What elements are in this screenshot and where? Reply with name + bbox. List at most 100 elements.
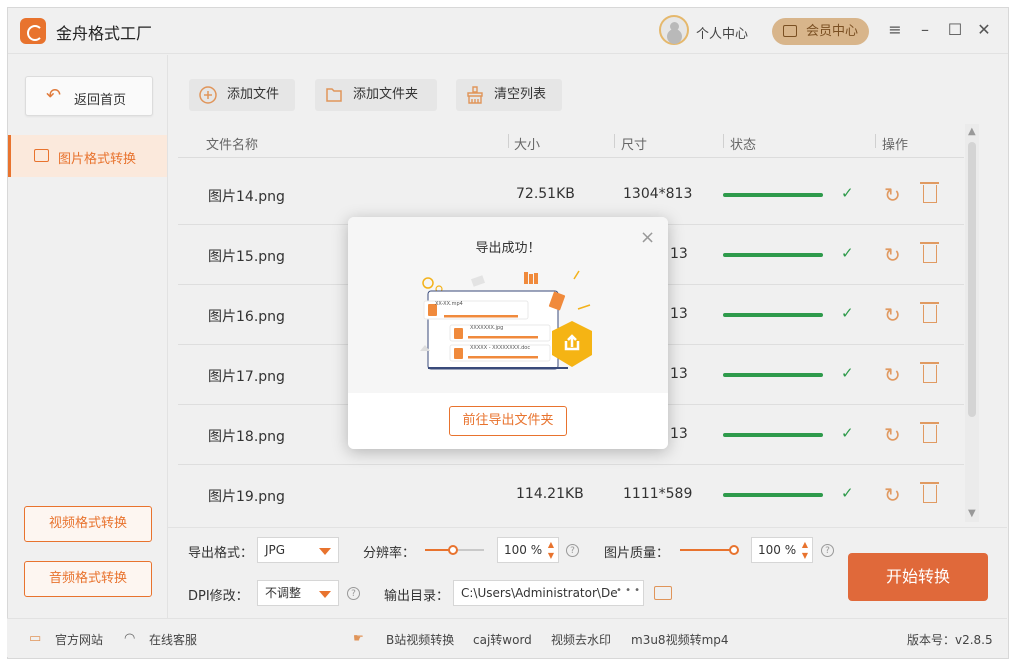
output-label: 输出目录： <box>384 589 450 604</box>
file-dims: 1111*589 <box>623 486 693 502</box>
col-dims: 尺寸 <box>621 138 648 153</box>
quality-stepper[interactable]: 100 % ▲ ▼ <box>751 537 813 563</box>
export-success-illustration <box>420 270 592 370</box>
progress-bar <box>723 493 823 497</box>
trash-icon[interactable] <box>920 422 939 443</box>
file-dims: 1304*813 <box>623 186 693 202</box>
table-scrollbar[interactable]: ▲ ▼ <box>965 124 979 522</box>
refresh-icon[interactable]: ↻ <box>884 303 901 327</box>
more-dots-icon[interactable]: • • • <box>616 585 640 596</box>
quality-slider-fill <box>680 549 736 551</box>
trash-icon[interactable] <box>920 302 939 323</box>
format-value: JPG <box>265 543 286 557</box>
progress-bar <box>723 253 823 257</box>
col-size: 大小 <box>514 138 541 153</box>
file-name: 图片17.png <box>208 369 285 385</box>
goto-export-folder-button[interactable]: 前往导出文件夹 <box>449 406 567 436</box>
title-bar: 金舟格式工厂 个人中心 会员中心 ≡ – ☐ ✕ <box>8 8 1008 54</box>
dpi-select[interactable]: 不调整 <box>257 580 339 606</box>
clear-list-button[interactable]: 清空列表 <box>456 79 562 111</box>
quality-slider-knob[interactable] <box>729 545 739 555</box>
table-row[interactable]: 图片19.png 114.21KB 1111*589 ✓ ↻ <box>178 465 964 525</box>
file-dims: 13 <box>670 426 688 442</box>
avatar-icon[interactable] <box>659 15 689 45</box>
add-file-button[interactable]: 添加文件 <box>189 79 295 111</box>
footer-link-m3u8[interactable]: m3u8视频转mp4 <box>631 631 729 648</box>
user-center-link[interactable]: 个人中心 <box>696 23 748 42</box>
back-home-button[interactable]: ↶ 返回首页 <box>25 76 153 116</box>
check-icon: ✓ <box>841 304 854 322</box>
sidebar-item-image-convert[interactable]: 图片格式转换 <box>8 135 167 177</box>
resolution-stepper[interactable]: 100 % ▲ ▼ <box>497 537 559 563</box>
refresh-icon[interactable]: ↻ <box>884 363 901 387</box>
check-icon: ✓ <box>841 184 854 202</box>
progress-bar <box>723 373 823 377</box>
trash-icon[interactable] <box>920 182 939 203</box>
progress-bar <box>723 193 823 197</box>
help-icon[interactable]: ? <box>347 587 360 600</box>
file-size: 114.21KB <box>516 486 584 502</box>
app-title: 金舟格式工厂 <box>56 24 153 43</box>
footer-link-watermark[interactable]: 视频去水印 <box>551 631 611 648</box>
format-select[interactable]: JPG <box>257 537 339 563</box>
check-icon: ✓ <box>841 364 854 382</box>
file-name: 图片18.png <box>208 429 285 445</box>
sidebar-item-label: 图片格式转换 <box>58 152 137 167</box>
help-icon[interactable]: ? <box>566 544 579 557</box>
resolution-label: 分辨率： <box>363 546 416 561</box>
check-icon: ✓ <box>841 484 854 502</box>
output-path-value: C:\Users\Administrator\De <box>461 586 618 600</box>
refresh-icon[interactable]: ↻ <box>884 423 901 447</box>
menu-icon[interactable]: ≡ <box>885 20 905 40</box>
scrollbar-thumb[interactable] <box>968 142 976 417</box>
footer-link-caj[interactable]: caj转word <box>473 631 532 648</box>
trash-icon[interactable] <box>920 362 939 383</box>
vip-center-button[interactable]: 会员中心 <box>772 18 869 45</box>
file-name: 图片19.png <box>208 489 285 505</box>
add-folder-button[interactable]: 添加文件夹 <box>315 79 437 111</box>
col-divider <box>875 134 876 148</box>
plus-circle-icon <box>199 86 217 104</box>
add-folder-label: 添加文件夹 <box>353 87 419 102</box>
refresh-icon[interactable]: ↻ <box>884 243 901 267</box>
quality-label: 图片质量： <box>604 546 670 561</box>
start-convert-button[interactable]: 开始转换 <box>848 553 988 601</box>
stepper-arrows-icon[interactable]: ▲ ▼ <box>802 539 808 561</box>
format-label: 导出格式： <box>188 546 254 561</box>
audio-convert-button[interactable]: 音频格式转换 <box>24 561 152 597</box>
footer-link-bilibili[interactable]: B站视频转换 <box>386 631 454 648</box>
footer: ▭ 官方网站 ◠ 在线客服 ☛ B站视频转换 caj转word 视频去水印 m3… <box>7 618 1007 657</box>
illus-text-2: XXXXXXX.jpg <box>470 325 504 331</box>
file-name: 图片14.png <box>208 189 285 205</box>
help-icon[interactable]: ? <box>821 544 834 557</box>
check-icon: ✓ <box>841 424 854 442</box>
close-icon[interactable]: ✕ <box>974 20 994 40</box>
close-icon[interactable]: × <box>640 227 655 248</box>
hand-icon: ☛ <box>353 631 364 645</box>
back-arrow-icon: ↶ <box>46 85 62 106</box>
trash-icon[interactable] <box>920 482 939 503</box>
dialog-title: 导出成功！ <box>475 241 541 256</box>
scroll-down-icon[interactable]: ▼ <box>968 508 976 519</box>
illus-text-3: XXXXX - XXXXXXXX.doc <box>470 345 531 351</box>
sidebar: ↶ 返回首页 图片格式转换 视频格式转换 音频格式转换 <box>8 55 168 618</box>
minimize-icon[interactable]: – <box>915 20 935 40</box>
website-link[interactable]: 官方网站 <box>55 631 103 648</box>
version-text: 版本号：v2.8.5 <box>907 633 993 647</box>
service-link[interactable]: 在线客服 <box>149 631 197 648</box>
table-row[interactable]: 图片14.png 72.51KB 1304*813 ✓ ↻ <box>178 165 964 225</box>
refresh-icon[interactable]: ↻ <box>884 483 901 507</box>
open-folder-icon[interactable] <box>654 586 672 600</box>
video-convert-button[interactable]: 视频格式转换 <box>24 506 152 542</box>
check-icon: ✓ <box>841 244 854 262</box>
stepper-arrows-icon[interactable]: ▲ ▼ <box>548 539 554 561</box>
resolution-slider-knob[interactable] <box>448 545 458 555</box>
crown-icon <box>783 25 797 37</box>
refresh-icon[interactable]: ↻ <box>884 183 901 207</box>
trash-icon[interactable] <box>920 242 939 263</box>
maximize-icon[interactable]: ☐ <box>945 20 965 40</box>
file-dims: 13 <box>670 306 688 322</box>
scroll-up-icon[interactable]: ▲ <box>968 126 976 137</box>
monitor-icon: ▭ <box>29 631 42 646</box>
dialog-footer: 前往导出文件夹 <box>348 393 668 449</box>
